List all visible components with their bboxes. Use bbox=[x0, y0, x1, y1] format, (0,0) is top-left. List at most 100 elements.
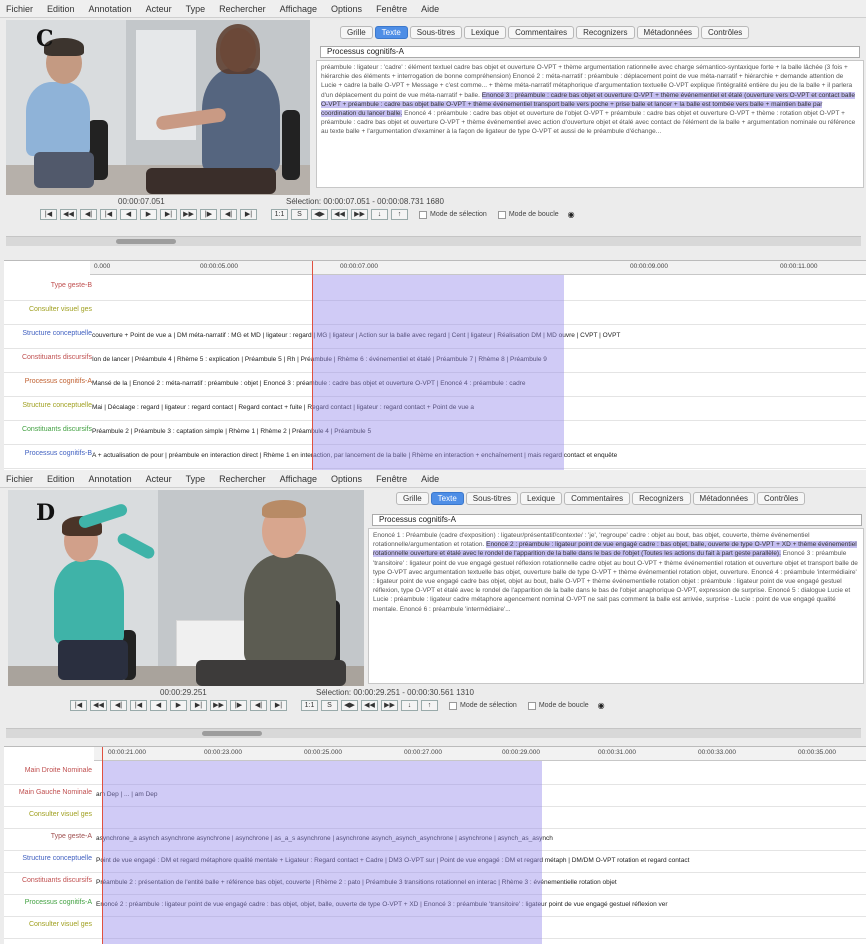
tab-lexique[interactable]: Lexique bbox=[464, 26, 507, 39]
tier-label[interactable]: Main Droite Nominale bbox=[8, 767, 92, 775]
next-annotation-button[interactable]: ▶▶ bbox=[381, 700, 398, 711]
transcript-text[interactable]: préambule : ligateur : 'cadre' : élément… bbox=[316, 60, 864, 188]
tab-grille[interactable]: Grille bbox=[396, 492, 429, 505]
tier-label[interactable]: Consulter visuel ges bbox=[8, 921, 92, 929]
fast-forward-button[interactable]: ▶▶ bbox=[210, 700, 227, 711]
boundary-button[interactable]: ◀▶ bbox=[311, 209, 328, 220]
go-to-start-button[interactable]: |◀ bbox=[40, 209, 57, 220]
selection-start-button[interactable]: ◀| bbox=[250, 700, 267, 711]
play-selection-button[interactable]: 1:1 bbox=[301, 700, 318, 711]
annotation-timeline[interactable]: 00:00:21.000 00:00:23.000 00:00:25.000 0… bbox=[4, 746, 866, 944]
selection-band[interactable] bbox=[312, 275, 564, 470]
tier-down-button[interactable]: ↓ bbox=[371, 209, 388, 220]
scroll-thumb[interactable] bbox=[116, 239, 176, 244]
playhead-cursor[interactable] bbox=[102, 747, 103, 944]
previous-frame-button[interactable]: ◀| bbox=[110, 700, 127, 711]
selection-band[interactable] bbox=[102, 761, 542, 944]
tier-label[interactable]: Processus cognitifs-A bbox=[8, 378, 92, 386]
tab-commentaires[interactable]: Commentaires bbox=[508, 26, 575, 39]
selection-end-button[interactable]: ▶| bbox=[270, 700, 287, 711]
tier-label[interactable]: Processus cognitifs-A bbox=[8, 899, 92, 907]
menu-fichier[interactable]: Fichier bbox=[6, 474, 33, 484]
play-selection-button[interactable]: 1:1 bbox=[271, 209, 288, 220]
tab-sous-titres[interactable]: Sous-titres bbox=[409, 26, 463, 39]
tier-label[interactable]: Type geste-B bbox=[8, 282, 92, 290]
tab-grille[interactable]: Grille bbox=[340, 26, 373, 39]
menu-type[interactable]: Type bbox=[186, 4, 206, 14]
selection-end-button[interactable]: ▶| bbox=[240, 209, 257, 220]
tier-label[interactable]: Constituants discursifs bbox=[8, 877, 92, 885]
step-back-button[interactable]: |◀ bbox=[130, 700, 147, 711]
loop-mode-checkbox[interactable]: Mode de boucle bbox=[527, 701, 589, 710]
menu-aide[interactable]: Aide bbox=[421, 4, 439, 14]
menu-rechercher[interactable]: Rechercher bbox=[219, 474, 266, 484]
go-to-end-button[interactable]: |▶ bbox=[200, 209, 217, 220]
menu-fichier[interactable]: Fichier bbox=[6, 4, 33, 14]
tier-label[interactable]: Consulter visuel ges bbox=[8, 306, 92, 314]
menu-options[interactable]: Options bbox=[331, 4, 362, 14]
play-button[interactable]: ▶ bbox=[170, 700, 187, 711]
menu-affichage[interactable]: Affichage bbox=[280, 4, 317, 14]
menu-options[interactable]: Options bbox=[331, 474, 362, 484]
back-button[interactable]: ◀ bbox=[120, 209, 137, 220]
loop-mode-checkbox[interactable]: Mode de boucle bbox=[497, 210, 559, 219]
menu-fenetre[interactable]: Fenêtre bbox=[376, 474, 407, 484]
rewind-button[interactable]: ◀◀ bbox=[60, 209, 77, 220]
tier-select[interactable]: Processus cognitifs-A bbox=[372, 514, 862, 526]
tab-commentaires[interactable]: Commentaires bbox=[564, 492, 631, 505]
fast-forward-button[interactable]: ▶▶ bbox=[180, 209, 197, 220]
boundary-button[interactable]: ◀▶ bbox=[341, 700, 358, 711]
time-ruler[interactable]: 0.000 00:00:05.000 00:00:07.000 00:00:09… bbox=[90, 261, 866, 275]
volume-icon[interactable]: ◉ bbox=[568, 210, 575, 219]
annotation-timeline[interactable]: 0.000 00:00:05.000 00:00:07.000 00:00:09… bbox=[4, 260, 866, 470]
previous-frame-button[interactable]: ◀| bbox=[80, 209, 97, 220]
scroll-thumb[interactable] bbox=[202, 731, 262, 736]
go-to-start-button[interactable]: |◀ bbox=[70, 700, 87, 711]
tab-lexique[interactable]: Lexique bbox=[520, 492, 563, 505]
menu-annotation[interactable]: Annotation bbox=[89, 474, 132, 484]
tab-metadonnees[interactable]: Métadonnées bbox=[636, 26, 700, 39]
tab-controles[interactable]: Contrôles bbox=[701, 26, 750, 39]
tier-select[interactable]: Processus cognitifs-A bbox=[320, 46, 860, 58]
tab-sous-titres[interactable]: Sous-titres bbox=[465, 492, 519, 505]
time-ruler[interactable]: 00:00:21.000 00:00:23.000 00:00:25.000 0… bbox=[94, 747, 866, 761]
step-back-button[interactable]: |◀ bbox=[100, 209, 117, 220]
back-button[interactable]: ◀ bbox=[150, 700, 167, 711]
tier-label[interactable]: Structure conceptuelle bbox=[8, 330, 92, 338]
tab-controles[interactable]: Contrôles bbox=[757, 492, 806, 505]
menu-edition[interactable]: Edition bbox=[47, 4, 75, 14]
selection-mode-checkbox[interactable]: Mode de sélection bbox=[449, 701, 517, 710]
prev-annotation-button[interactable]: ◀◀ bbox=[331, 209, 348, 220]
rewind-button[interactable]: ◀◀ bbox=[90, 700, 107, 711]
tier-label[interactable]: Main Gauche Nominale bbox=[8, 789, 92, 797]
menu-rechercher[interactable]: Rechercher bbox=[219, 4, 266, 14]
tier-label[interactable]: Structure conceptuelle bbox=[8, 855, 92, 863]
menu-edition[interactable]: Edition bbox=[47, 474, 75, 484]
next-frame-button[interactable]: ▶| bbox=[160, 209, 177, 220]
play-button[interactable]: ▶ bbox=[140, 209, 157, 220]
menu-acteur[interactable]: Acteur bbox=[146, 4, 172, 14]
menu-type[interactable]: Type bbox=[186, 474, 206, 484]
horizontal-scrollbar[interactable] bbox=[6, 728, 861, 738]
s-button[interactable]: S bbox=[321, 700, 338, 711]
selection-mode-checkbox[interactable]: Mode de sélection bbox=[419, 210, 487, 219]
tier-label[interactable]: Processus cognitifs-B bbox=[8, 450, 92, 458]
tab-recognizers[interactable]: Recognizers bbox=[576, 26, 635, 39]
tab-texte[interactable]: Texte bbox=[430, 492, 464, 505]
menu-affichage[interactable]: Affichage bbox=[280, 474, 317, 484]
menu-aide[interactable]: Aide bbox=[421, 474, 439, 484]
tier-up-button[interactable]: ↑ bbox=[421, 700, 438, 711]
prev-annotation-button[interactable]: ◀◀ bbox=[361, 700, 378, 711]
tier-label[interactable]: Consulter visuel ges bbox=[8, 811, 92, 819]
tier-label[interactable]: Type geste-A bbox=[8, 833, 92, 841]
playhead-cursor[interactable] bbox=[312, 261, 313, 470]
horizontal-scrollbar[interactable] bbox=[6, 236, 861, 246]
transcript-text[interactable]: Enoncé 1 : Préambule (cadre d'exposition… bbox=[368, 528, 864, 684]
tier-up-button[interactable]: ↑ bbox=[391, 209, 408, 220]
tier-label[interactable]: Constituants discursifs bbox=[8, 354, 92, 362]
next-frame-button[interactable]: ▶| bbox=[190, 700, 207, 711]
go-to-end-button[interactable]: |▶ bbox=[230, 700, 247, 711]
tab-texte[interactable]: Texte bbox=[374, 26, 408, 39]
tier-down-button[interactable]: ↓ bbox=[401, 700, 418, 711]
selection-start-button[interactable]: ◀| bbox=[220, 209, 237, 220]
